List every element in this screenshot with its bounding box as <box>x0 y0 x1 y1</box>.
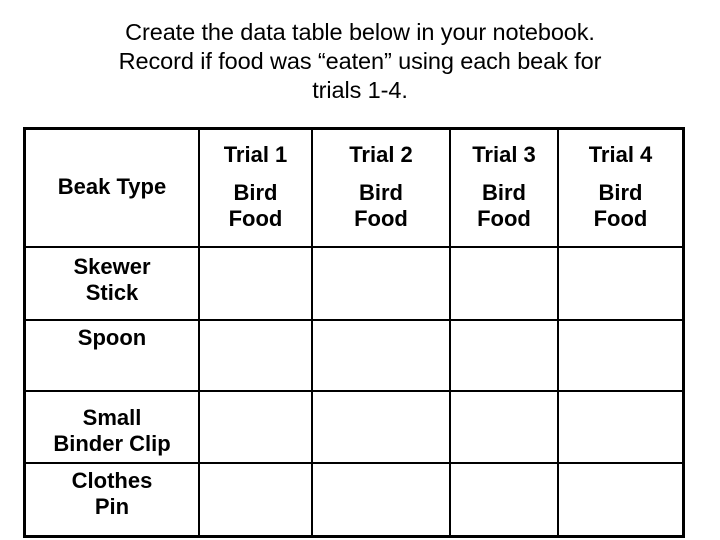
title-line-3: trials 1-4. <box>312 77 408 103</box>
cell-skewer-stick-trial-2[interactable] <box>312 247 451 321</box>
cell-clothes-pin-trial-1[interactable] <box>199 463 313 535</box>
column-header-beak-type: Beak Type <box>26 130 200 248</box>
beak-trial-data-table: Beak Type Trial 1 Bird Food Trial 2 Bird… <box>26 130 682 535</box>
cell-spoon-trial-4[interactable] <box>558 320 682 392</box>
trial-4-sub-1: Bird <box>598 180 643 205</box>
title-line-2: Record if food was “eaten” using each be… <box>118 48 602 74</box>
cell-small-binder-clip-trial-1[interactable] <box>199 391 313 464</box>
clothes-pin-label-1: Clothes <box>71 468 153 493</box>
trial-2-title: Trial 2 <box>349 142 413 167</box>
cell-small-binder-clip-trial-3[interactable] <box>450 391 559 464</box>
trial-1-sub-1: Bird <box>233 180 278 205</box>
column-header-trial-4: Trial 4 Bird Food <box>558 130 682 248</box>
page-title: Create the data table below in your note… <box>0 18 720 105</box>
trial-4-sub-2: Food <box>593 206 648 231</box>
cell-spoon-trial-2[interactable] <box>312 320 451 392</box>
trial-3-title: Trial 3 <box>472 142 536 167</box>
table-row: Small Binder Clip <box>26 391 682 464</box>
cell-spoon-trial-1[interactable] <box>199 320 313 392</box>
trial-2-sub-2: Food <box>354 206 408 231</box>
trial-3-sub-1: Bird <box>482 180 526 205</box>
small-binder-clip-label-2: Binder Clip <box>53 431 171 456</box>
spoon-label-1: Spoon <box>77 325 147 350</box>
row-header-spoon: Spoon <box>26 320 200 392</box>
cell-clothes-pin-trial-3[interactable] <box>450 463 559 535</box>
small-binder-clip-label-1: Small <box>82 405 142 430</box>
cell-skewer-stick-trial-3[interactable] <box>450 247 559 321</box>
cell-clothes-pin-trial-4[interactable] <box>558 463 682 535</box>
table-row: Spoon <box>26 320 682 392</box>
trial-4-title: Trial 4 <box>588 142 653 167</box>
clothes-pin-label-2: Pin <box>94 494 130 519</box>
cell-small-binder-clip-trial-2[interactable] <box>312 391 451 464</box>
table-header-row: Beak Type Trial 1 Bird Food Trial 2 Bird… <box>26 130 682 248</box>
row-header-small-binder-clip: Small Binder Clip <box>26 391 200 464</box>
data-table-container: Beak Type Trial 1 Bird Food Trial 2 Bird… <box>23 127 685 538</box>
cell-skewer-stick-trial-4[interactable] <box>558 247 682 321</box>
row-header-skewer-stick: Skewer Stick <box>26 247 200 321</box>
cell-spoon-trial-3[interactable] <box>450 320 559 392</box>
trial-1-sub-2: Food <box>228 206 283 231</box>
trial-2-sub-1: Bird <box>359 180 403 205</box>
cell-small-binder-clip-trial-4[interactable] <box>558 391 682 464</box>
cell-skewer-stick-trial-1[interactable] <box>199 247 313 321</box>
column-header-trial-1: Trial 1 Bird Food <box>199 130 313 248</box>
column-header-trial-3: Trial 3 Bird Food <box>450 130 559 248</box>
beak-type-header-label: Beak Type <box>57 174 167 199</box>
row-header-clothes-pin: Clothes Pin <box>26 463 200 535</box>
trial-3-sub-2: Food <box>477 206 531 231</box>
table-row: Skewer Stick <box>26 247 682 321</box>
skewer-stick-label-1: Skewer <box>73 254 151 279</box>
trial-1-title: Trial 1 <box>223 142 288 167</box>
table-row: Clothes Pin <box>26 463 682 535</box>
skewer-stick-label-2: Stick <box>85 280 139 305</box>
title-line-1: Create the data table below in your note… <box>125 19 595 45</box>
cell-clothes-pin-trial-2[interactable] <box>312 463 451 535</box>
column-header-trial-2: Trial 2 Bird Food <box>312 130 451 248</box>
